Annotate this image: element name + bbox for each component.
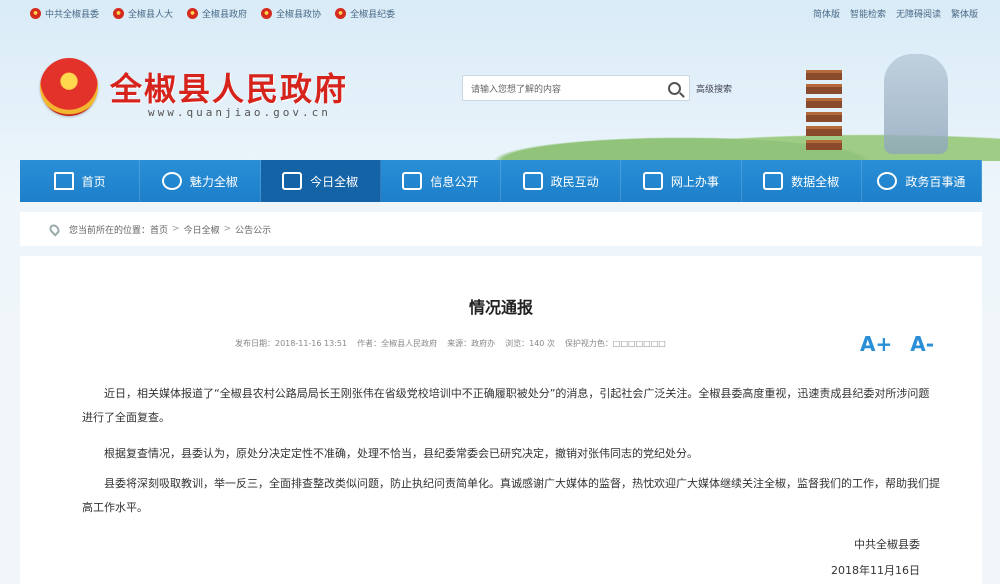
nav-item-interaction[interactable]: 政民互动 [501,160,622,202]
breadcrumb-home[interactable]: 首页 [150,223,168,236]
article-signature: 中共全椒县委 [854,538,920,551]
party-emblem-icon [30,7,41,19]
font-larger-button[interactable]: A+ [860,332,892,356]
party-emblem-icon [335,7,347,19]
nav-label: 政务百事通 [905,174,966,189]
breadcrumb-notices[interactable]: 公告公示 [235,223,271,236]
top-bar: 中共全椒县委 全椒县人大 全椒县政府 全椒县政协 全椒县纪委 简体版 智能检索 … [0,0,1000,26]
meta-date: 发布日期：2018-11-16 13:51 [235,339,348,348]
article: 情况通报 发布日期：2018-11-16 13:51 作者：全椒县人民政府 来源… [20,256,982,584]
nav-item-helpdesk[interactable]: 政务百事通 [862,160,982,202]
top-right-links: 简体版 智能检索 无障碍阅读 繁体版 [803,7,978,20]
site-url: www.quanjiao.gov.cn [148,106,331,119]
article-date: 2018年11月16日 [831,564,920,577]
breadcrumb-separator: > [223,224,232,234]
top-link[interactable]: 全椒县政协 [261,7,321,20]
chat-icon [642,172,663,190]
folder-icon [402,172,423,190]
globe-icon [877,172,898,190]
search-box[interactable]: 请输入您想了解的内容 [462,75,690,101]
top-link[interactable]: 全椒县纪委 [335,7,395,20]
meta-views: 浏览：140 次 [505,339,555,348]
article-paragraph: 近日，相关媒体报道了“全椒县农村公路局局长王刚张伟在省级党校培训中不正确履职被处… [82,387,930,424]
meta-source: 来源：政府办 [447,339,496,348]
top-link-label: 全椒县政府 [202,9,248,20]
top-link[interactable]: 全椒县人大 [113,7,173,20]
location-pin-icon [47,221,62,237]
nav-item-service[interactable]: 网上办事 [621,160,742,202]
camera-icon [522,172,543,190]
top-link-label: 中共全椒县委 [45,9,100,20]
article-meta: 发布日期：2018-11-16 13:51 作者：全椒县人民政府 来源：政府办 … [235,338,666,349]
font-size-controls: A+ A- [860,332,934,356]
home-icon [53,172,74,190]
accessibility-link[interactable]: 无障碍阅读 [896,7,941,20]
nav-label: 首页 [81,174,106,189]
nav-item-home[interactable]: 首页 [20,160,141,202]
top-link[interactable]: 中共全椒县委 [30,7,99,20]
top-link-label: 全椒县纪委 [350,9,396,20]
traditional-link[interactable]: 繁体版 [951,7,978,20]
national-emblem-icon [113,7,125,19]
header: 全椒县人民政府 www.quanjiao.gov.cn 请输入您想了解的内容 高… [0,26,1000,161]
advanced-search-link[interactable]: 高级搜索 [696,82,732,95]
nav-label: 今日全椒 [310,174,359,189]
simplified-link[interactable]: 简体版 [813,7,840,20]
nav-label: 政民互动 [550,174,599,189]
location-icon [161,172,182,190]
article-paragraph: 根据复查情况，县委认为，原处分决定定性不准确，处理不恰当，县纪委常委会已研究决定… [104,447,698,460]
site-title[interactable]: 全椒县人民政府 [110,64,348,110]
chart-icon [763,172,784,190]
news-icon [282,172,303,190]
article-title: 情况通报 [468,298,533,317]
nav-label: 数据全椒 [791,174,840,189]
breadcrumb-prefix: 您当前所在的位置： [69,225,151,236]
top-links: 中共全椒县委 全椒县人大 全椒县政府 全椒县政协 全椒县纪委 [30,7,409,20]
article-paragraph: 县委将深刻吸取教训，举一反三，全面排查整改类似问题，防止执纪问责简单化。真诚感谢… [82,477,940,514]
nav-item-charm[interactable]: 魅力全椒 [140,160,261,202]
national-emblem-icon [261,7,273,19]
pagoda-image [800,66,848,150]
national-emblem-icon [187,7,199,19]
top-link-label: 全椒县政协 [276,9,322,20]
smart-search-link[interactable]: 智能检索 [850,7,886,20]
breadcrumb-separator: > [172,224,180,234]
nav-label: 魅力全椒 [189,174,238,189]
top-link-label: 全椒县人大 [128,9,174,20]
meta-eye-protect[interactable]: 保护视力色：□□□□□□□ [565,338,666,349]
nav-item-info[interactable]: 信息公开 [381,160,501,202]
nav-item-today[interactable]: 今日全椒 [260,160,381,202]
breadcrumb: 您当前所在的位置： 首页 > 今日全椒 > 公告公示 [20,212,982,246]
main-nav: 首页 魅力全椒 今日全椒 信息公开 政民互动 网上办事 数据全椒 政务百事通 [20,160,982,202]
font-smaller-button[interactable]: A- [910,332,934,356]
nav-item-data[interactable]: 数据全椒 [742,160,862,202]
search-icon[interactable] [668,81,681,95]
search-input[interactable]: 请输入您想了解的内容 [471,82,668,95]
nav-label: 信息公开 [430,174,479,189]
meta-author: 作者：全椒县人民政府 [357,339,438,348]
national-emblem-logo [40,58,98,116]
nav-label: 网上办事 [670,174,719,189]
breadcrumb-today[interactable]: 今日全椒 [184,223,220,236]
statue-image [884,54,948,154]
top-link[interactable]: 全椒县政府 [187,7,247,20]
